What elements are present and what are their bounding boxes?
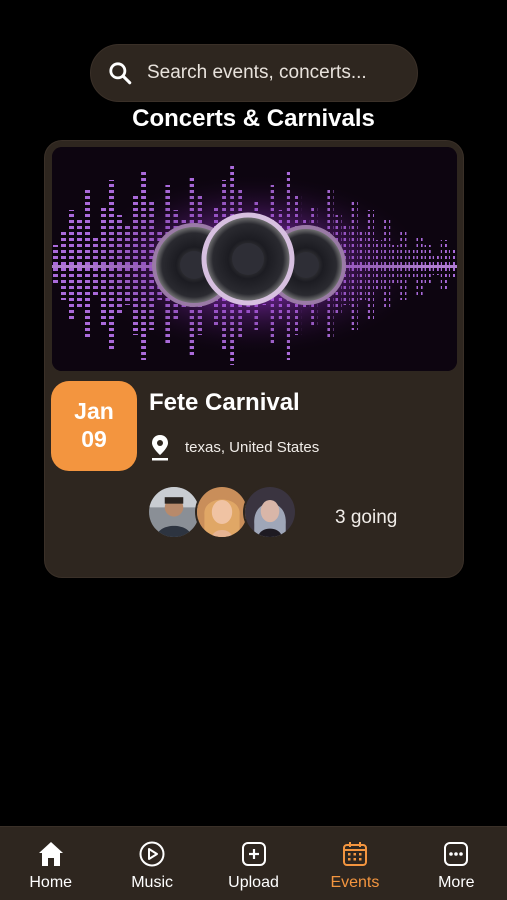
event-card[interactable]: Jan 09 Fete Carnival texas, United State… [44,140,464,578]
calendar-icon [342,842,367,866]
play-circle-icon [139,841,165,867]
avatar[interactable] [195,485,249,539]
nav-label-music: Music [131,874,173,891]
avatar[interactable] [243,485,297,539]
search-bar[interactable] [90,44,418,102]
location-pin-icon [152,435,168,461]
more-icon [444,842,469,866]
event-title[interactable]: Fete Carnival [149,389,300,417]
nav-item-music[interactable]: Music [101,827,202,900]
bottom-navigation: Home Music Upload Events More [0,826,507,900]
section-title: Concerts & Carnivals [132,105,375,132]
going-count: 3 going [335,507,398,528]
event-location-text: texas, United States [185,438,320,456]
event-day: 09 [81,426,107,452]
attendee-avatars[interactable] [147,485,297,539]
search-icon [109,62,132,85]
plus-square-icon [241,842,266,866]
nav-label-events: Events [330,874,380,891]
nav-item-events[interactable]: Events [304,827,405,900]
events-screen: Concerts & Carnivals [0,0,507,900]
avatar[interactable] [147,485,201,539]
nav-item-more[interactable]: More [406,827,507,900]
event-banner-image [52,147,457,371]
event-month: Jan [74,398,114,425]
nav-label-more: More [438,874,475,891]
nav-label-upload: Upload [228,874,279,891]
search-input[interactable] [147,62,397,84]
nav-item-home[interactable]: Home [0,827,101,900]
nav-item-upload[interactable]: Upload [203,827,304,900]
home-icon [38,842,63,866]
event-date-badge: Jan 09 [51,381,137,471]
nav-label-home: Home [29,874,73,891]
event-location: texas, United States [149,433,319,461]
